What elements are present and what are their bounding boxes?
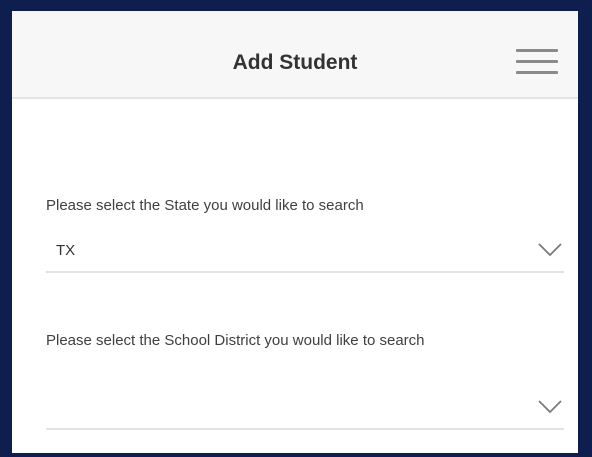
district-select-label: Please select the School District you wo… (46, 332, 425, 349)
page-title: Add Student (232, 51, 358, 74)
menu-line (516, 49, 558, 52)
app-header: Add Student (12, 11, 578, 99)
chevron-down-icon (538, 400, 562, 414)
district-select[interactable] (46, 388, 564, 430)
menu-line (516, 60, 558, 63)
add-student-screen: Add Student Please select the State you … (12, 11, 578, 453)
menu-line (516, 71, 558, 74)
chevron-down-icon (538, 243, 562, 257)
state-select-value: TX (56, 242, 76, 259)
state-select[interactable]: TX (46, 231, 564, 273)
hamburger-menu-icon[interactable] (516, 43, 558, 79)
state-select-label: Please select the State you would like t… (46, 197, 364, 214)
